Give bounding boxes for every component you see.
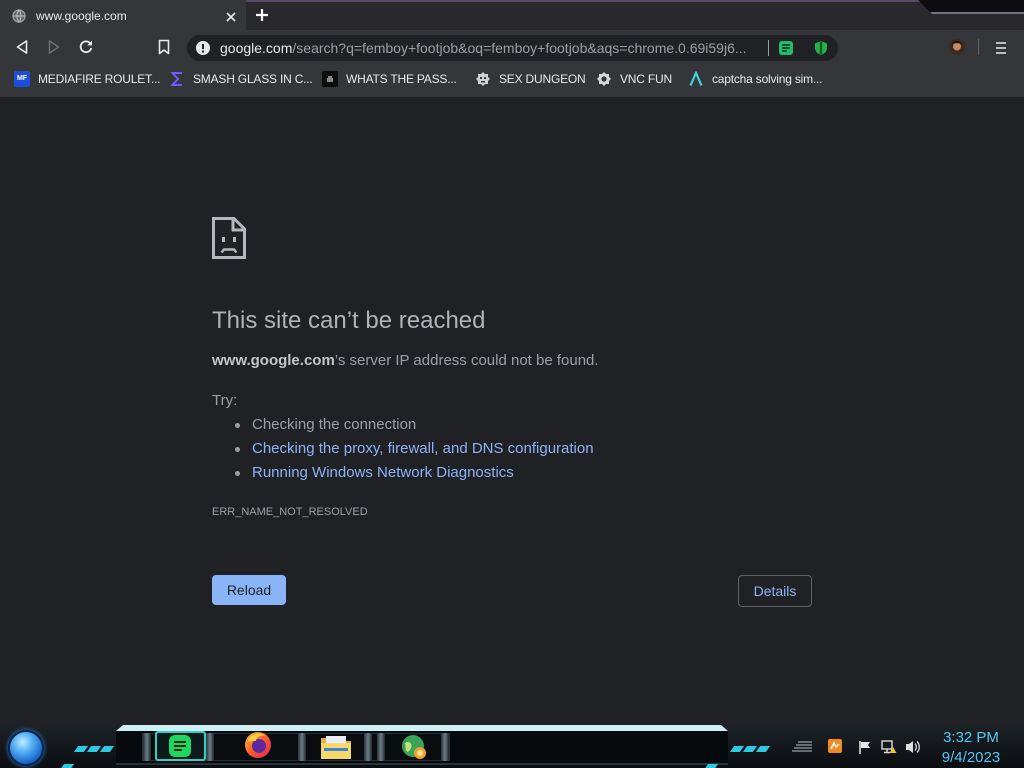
browser-menu-button[interactable] bbox=[993, 41, 1009, 54]
url-path: /search?q=femboy+footjob&oq=femboy+footj… bbox=[292, 40, 747, 56]
gear-icon bbox=[596, 71, 612, 87]
dock-divider bbox=[298, 733, 306, 761]
bookmark-label: MEDIAFIRE ROULET... bbox=[38, 72, 161, 86]
error-panel: This site can’t be reached www.google.co… bbox=[212, 97, 812, 725]
bookmark-label: VNC FUN bbox=[620, 72, 672, 86]
skull-icon bbox=[475, 71, 491, 87]
speaker-icon[interactable] bbox=[905, 739, 921, 760]
back-arrow-icon bbox=[16, 40, 28, 54]
taskbar-chevron-right bbox=[729, 739, 771, 752]
suggestion-proxy-link[interactable]: Checking the proxy, firewall, and DNS co… bbox=[212, 437, 594, 461]
dock-divider bbox=[364, 733, 372, 761]
taskbar-chevron-bottom-left bbox=[59, 757, 75, 768]
clock-time: 3:32 PM bbox=[943, 729, 999, 746]
dock-divider bbox=[143, 733, 151, 761]
firefox-icon[interactable] bbox=[244, 731, 272, 764]
details-button[interactable]: Details bbox=[738, 575, 812, 607]
tab-google[interactable]: www.google.com bbox=[0, 0, 246, 32]
bookmark-item[interactable]: captcha solving sim... bbox=[688, 71, 823, 87]
tab-strip: www.google.com bbox=[0, 0, 1024, 32]
dock-divider bbox=[441, 733, 449, 761]
orange-app-icon[interactable] bbox=[828, 739, 842, 758]
dock-divider bbox=[206, 733, 214, 761]
back-button[interactable] bbox=[14, 39, 30, 55]
bookmark-page-button[interactable] bbox=[156, 39, 172, 55]
tab-title: www.google.com bbox=[36, 9, 127, 23]
bookmark-item[interactable]: VNC FUN bbox=[596, 71, 672, 87]
desktop-screen: www.google.com google.com/search?q=fembo… bbox=[0, 0, 1024, 768]
green-notes-icon[interactable] bbox=[168, 734, 192, 763]
taskbar-chevron-bottom-right bbox=[703, 757, 719, 768]
mediafire-icon: MF bbox=[14, 71, 30, 87]
taskbar-chevron-left bbox=[73, 739, 115, 752]
bookmarks-bar: MF MEDIAFIRE ROULET... SMASH GLASS IN C.… bbox=[0, 64, 1024, 97]
dock-divider bbox=[377, 733, 385, 761]
file-explorer-icon[interactable] bbox=[320, 733, 352, 766]
bookmark-label: SEX DUNGEON bbox=[499, 72, 586, 86]
url-text[interactable]: google.com/search?q=femboy+footjob&oq=fe… bbox=[220, 35, 760, 61]
page-content: This site can’t be reached www.google.co… bbox=[0, 97, 1024, 725]
lambda-icon bbox=[688, 71, 704, 87]
green-notes-icon[interactable] bbox=[778, 40, 794, 56]
suggestion-check-connection: Checking the connection bbox=[212, 413, 594, 437]
bookmark-item[interactable]: SEX DUNGEON bbox=[475, 71, 586, 87]
bookmark-icon bbox=[158, 39, 170, 55]
reload-icon bbox=[79, 40, 93, 54]
suggestion-diagnostics-link[interactable]: Running Windows Network Diagnostics bbox=[212, 461, 594, 485]
bookmark-label: SMASH GLASS IN C... bbox=[193, 72, 313, 86]
error-message: www.google.com’s server IP address could… bbox=[212, 351, 599, 371]
url-host: google.com bbox=[220, 40, 293, 56]
network-icon[interactable] bbox=[881, 739, 897, 760]
taskbar: 3:32 PM 9/4/2023 bbox=[0, 725, 1024, 768]
globe-app-icon[interactable] bbox=[400, 733, 428, 766]
globe-icon bbox=[12, 9, 26, 23]
sad-page-icon bbox=[212, 217, 246, 259]
flag-icon[interactable] bbox=[858, 740, 872, 759]
bookmark-label: captcha solving sim... bbox=[712, 72, 823, 86]
tray-overflow-icon[interactable] bbox=[792, 740, 816, 759]
reload-button[interactable] bbox=[78, 39, 94, 55]
profile-avatar[interactable] bbox=[949, 39, 965, 55]
sigma-icon bbox=[169, 71, 185, 87]
address-bar[interactable]: google.com/search?q=femboy+footjob&oq=fe… bbox=[187, 35, 838, 61]
suggestions-list: Checking the connection Checking the pro… bbox=[212, 413, 594, 485]
try-label: Try: bbox=[212, 392, 238, 409]
forward-arrow-icon bbox=[48, 40, 60, 54]
bookmark-item[interactable]: SMASH GLASS IN C... bbox=[169, 71, 313, 87]
black-square-icon bbox=[322, 71, 338, 87]
clock-date: 9/4/2023 bbox=[941, 749, 1001, 766]
new-tab-button[interactable] bbox=[255, 8, 269, 22]
error-host: www.google.com bbox=[212, 352, 335, 369]
browser-toolbar: google.com/search?q=femboy+footjob&oq=fe… bbox=[0, 30, 1024, 64]
green-shield-icon[interactable] bbox=[813, 40, 829, 56]
bookmark-label: WHATS THE PASS... bbox=[346, 72, 457, 86]
omnibox-divider bbox=[768, 40, 769, 56]
close-tab-icon[interactable] bbox=[225, 10, 237, 22]
reload-page-button[interactable]: Reload bbox=[212, 575, 286, 605]
forward-button[interactable] bbox=[46, 39, 62, 55]
bookmark-item[interactable]: WHATS THE PASS... bbox=[322, 71, 457, 87]
start-orb-icon[interactable] bbox=[8, 730, 44, 766]
info-icon[interactable] bbox=[196, 41, 210, 55]
error-title: This site can’t be reached bbox=[212, 307, 486, 334]
menu-icon bbox=[996, 42, 1006, 54]
error-message-text: ’s server IP address could not be found. bbox=[334, 352, 599, 369]
error-code: ERR_NAME_NOT_RESOLVED bbox=[212, 506, 368, 518]
bookmark-item[interactable]: MF MEDIAFIRE ROULET... bbox=[14, 71, 160, 87]
window-frame-ornament bbox=[918, 0, 1024, 14]
system-clock[interactable]: 3:32 PM 9/4/2023 bbox=[931, 728, 1011, 768]
toolbar-divider bbox=[978, 39, 979, 55]
